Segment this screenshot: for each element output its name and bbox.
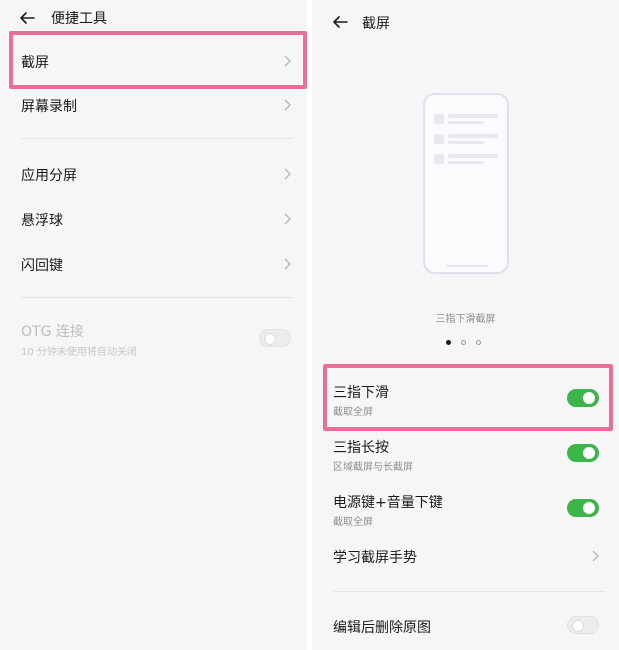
carousel-dot[interactable] <box>476 340 481 345</box>
page-title: 截屏 <box>362 16 390 32</box>
chevron-right-icon <box>284 99 291 111</box>
highlight-box <box>323 364 613 431</box>
toggle-knob <box>583 447 595 459</box>
illustration-block <box>434 134 444 144</box>
illustration-line <box>448 154 498 158</box>
learn-gesture-link[interactable]: 学习截屏手势 <box>312 535 619 579</box>
toggle-knob <box>572 620 584 632</box>
link-label: 学习截屏手势 <box>333 550 417 566</box>
screenshot-composite: 便捷工具 截屏 屏幕录制 应用分屏 悬浮球 闪回键 OTG 连接 10 分钟未使… <box>0 0 619 650</box>
menu-item-label: 悬浮球 <box>21 213 63 229</box>
chevron-right-icon <box>284 213 291 225</box>
back-arrow-icon[interactable] <box>19 10 35 26</box>
illustration-caption: 三指下滑截屏 <box>435 314 496 325</box>
highlight-box <box>9 31 307 89</box>
right-header: 截屏 <box>312 0 619 36</box>
menu-item-split-screen[interactable]: 应用分屏 <box>0 153 307 197</box>
illustration-line <box>448 161 484 164</box>
otg-label: OTG 连接 <box>21 324 84 340</box>
switch-title: 电源键+音量下键 <box>333 495 443 511</box>
toggle-knob <box>264 333 276 345</box>
carousel-dot[interactable] <box>461 340 466 345</box>
illustration-block <box>434 114 444 124</box>
chevron-right-icon <box>284 258 291 270</box>
section-divider <box>333 591 605 592</box>
illustration-line <box>448 134 498 138</box>
switch-subtitle: 截取全屏 <box>333 517 373 528</box>
menu-item-label: 应用分屏 <box>21 168 77 184</box>
menu-item-label: 屏幕录制 <box>21 99 77 115</box>
otg-sublabel: 10 分钟未使用将自动关闭 <box>21 347 137 358</box>
home-bar <box>446 265 488 267</box>
illustration-line <box>448 141 484 144</box>
menu-item-flashback-key[interactable]: 闪回键 <box>0 243 307 287</box>
carousel-dot[interactable] <box>446 340 451 345</box>
toggle-knob <box>583 502 595 514</box>
menu-item-screen-record[interactable]: 屏幕录制 <box>0 84 307 128</box>
section-divider <box>21 138 293 139</box>
illustration-block <box>434 154 444 164</box>
switch-subtitle: 区域截屏与长截屏 <box>333 462 413 473</box>
toggle-switch[interactable] <box>567 444 599 462</box>
screenshot-settings-screen: 截屏 三指下滑截屏 三指下滑 截取全屏 三指长按 区域截屏与长截屏 电源键+音量… <box>312 0 619 650</box>
phone-illustration <box>423 93 509 274</box>
toggle-switch[interactable] <box>567 499 599 517</box>
illustration-line <box>448 121 484 124</box>
section-divider <box>21 297 293 298</box>
chevron-right-icon <box>284 168 291 180</box>
menu-item-label: 闪回键 <box>21 258 63 274</box>
illustration-line <box>448 114 498 118</box>
carousel-dots[interactable] <box>446 340 486 348</box>
back-arrow-icon[interactable] <box>332 14 348 30</box>
menu-item-floating-ball[interactable]: 悬浮球 <box>0 198 307 242</box>
switch-title: 三指长按 <box>333 440 389 456</box>
convenient-tools-screen: 便捷工具 截屏 屏幕录制 应用分屏 悬浮球 闪回键 OTG 连接 10 分钟未使… <box>0 0 307 650</box>
toggle-switch[interactable] <box>567 616 599 634</box>
switch-title: 编辑后删除原图 <box>333 620 431 636</box>
page-title: 便捷工具 <box>51 11 107 27</box>
otg-toggle[interactable] <box>259 329 291 347</box>
chevron-right-icon <box>592 550 599 562</box>
